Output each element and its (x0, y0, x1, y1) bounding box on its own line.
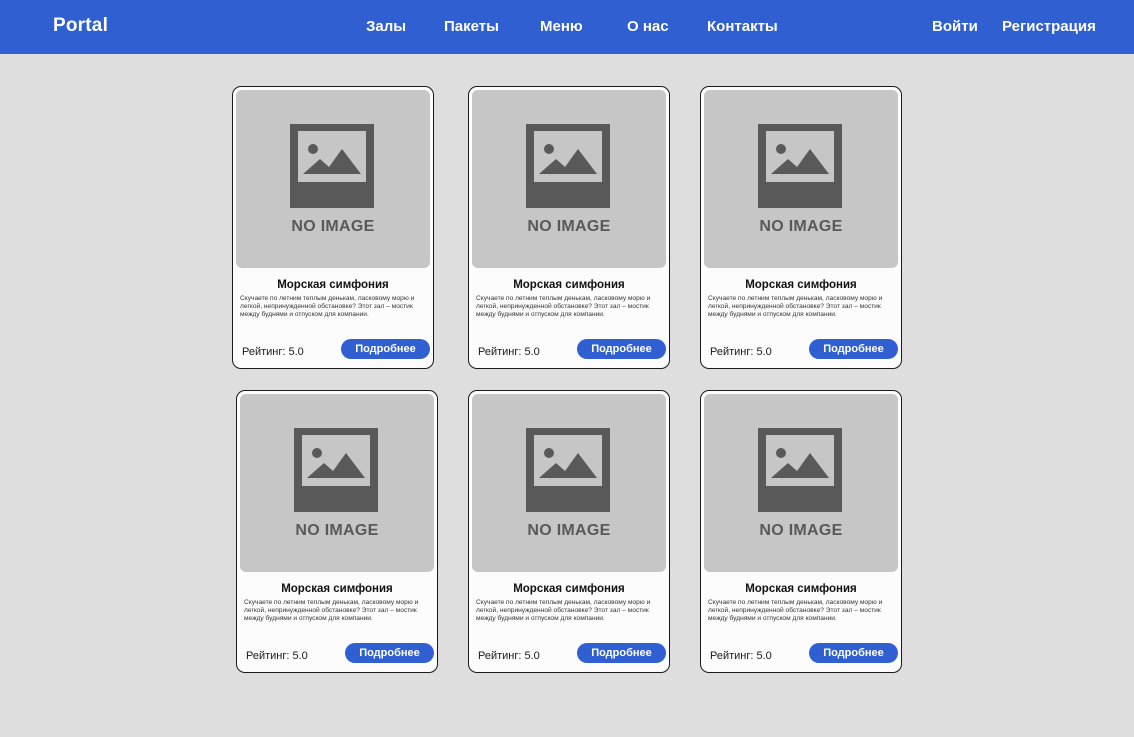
no-image-label: NO IMAGE (527, 218, 611, 235)
card-description: Скучаете по летним теплым денькам, ласко… (244, 599, 419, 623)
card-image: NO IMAGE (704, 90, 898, 268)
nav-link-packages[interactable]: Пакеты (444, 18, 499, 35)
card-description: Скучаете по летним теплым денькам, ласко… (476, 295, 651, 319)
card-image: NO IMAGE (236, 90, 430, 268)
nav-link-about[interactable]: О нас (627, 18, 669, 35)
card-rating: Рейтинг: 5.0 (478, 650, 540, 662)
card-rating: Рейтинг: 5.0 (242, 346, 304, 358)
card-image: NO IMAGE (472, 394, 666, 572)
no-image-label: NO IMAGE (759, 522, 843, 539)
card-image: NO IMAGE (472, 90, 666, 268)
details-button[interactable]: Подробнее (809, 643, 898, 663)
card-rating: Рейтинг: 5.0 (478, 346, 540, 358)
image-placeholder-icon (294, 428, 378, 512)
no-image-label: NO IMAGE (291, 218, 375, 235)
details-button[interactable]: Подробнее (809, 339, 898, 359)
card-description: Скучаете по летним теплым денькам, ласко… (708, 295, 883, 319)
top-navbar: Portal Залы Пакеты Меню О нас Контакты В… (0, 0, 1134, 54)
card-description: Скучаете по летним теплым денькам, ласко… (240, 295, 415, 319)
no-image-label: NO IMAGE (527, 522, 611, 539)
login-link[interactable]: Войти (932, 18, 978, 35)
card-title: Морская симфония (277, 279, 389, 291)
card-rating: Рейтинг: 5.0 (710, 650, 772, 662)
card-title: Морская симфония (281, 583, 393, 595)
hall-card: NO IMAGE Морская симфония Скучаете по ле… (232, 86, 434, 369)
hall-card: NO IMAGE Морская симфония Скучаете по ле… (468, 390, 670, 673)
no-image-label: NO IMAGE (295, 522, 379, 539)
card-description: Скучаете по летним теплым денькам, ласко… (708, 599, 883, 623)
details-button[interactable]: Подробнее (577, 643, 666, 663)
card-title: Морская симфония (745, 279, 857, 291)
details-button[interactable]: Подробнее (577, 339, 666, 359)
image-placeholder-icon (526, 124, 610, 208)
brand-logo[interactable]: Portal (53, 15, 108, 37)
card-title: Морская симфония (513, 279, 625, 291)
hall-card: NO IMAGE Морская симфония Скучаете по ле… (468, 86, 670, 369)
nav-link-contacts[interactable]: Контакты (707, 18, 778, 35)
card-title: Морская симфония (513, 583, 625, 595)
card-description: Скучаете по летним теплым денькам, ласко… (476, 599, 651, 623)
image-placeholder-icon (758, 428, 842, 512)
hall-card: NO IMAGE Морская симфония Скучаете по ле… (700, 86, 902, 369)
card-rating: Рейтинг: 5.0 (710, 346, 772, 358)
register-link[interactable]: Регистрация (1002, 18, 1096, 35)
nav-link-menu[interactable]: Меню (540, 18, 583, 35)
no-image-label: NO IMAGE (759, 218, 843, 235)
card-image: NO IMAGE (704, 394, 898, 572)
image-placeholder-icon (758, 124, 842, 208)
card-title: Морская симфония (745, 583, 857, 595)
card-image: NO IMAGE (240, 394, 434, 572)
hall-card: NO IMAGE Морская симфония Скучаете по ле… (236, 390, 438, 673)
image-placeholder-icon (526, 428, 610, 512)
nav-link-halls[interactable]: Залы (366, 18, 406, 35)
card-rating: Рейтинг: 5.0 (246, 650, 308, 662)
details-button[interactable]: Подробнее (341, 339, 430, 359)
hall-card: NO IMAGE Морская симфония Скучаете по ле… (700, 390, 902, 673)
image-placeholder-icon (290, 124, 374, 208)
details-button[interactable]: Подробнее (345, 643, 434, 663)
